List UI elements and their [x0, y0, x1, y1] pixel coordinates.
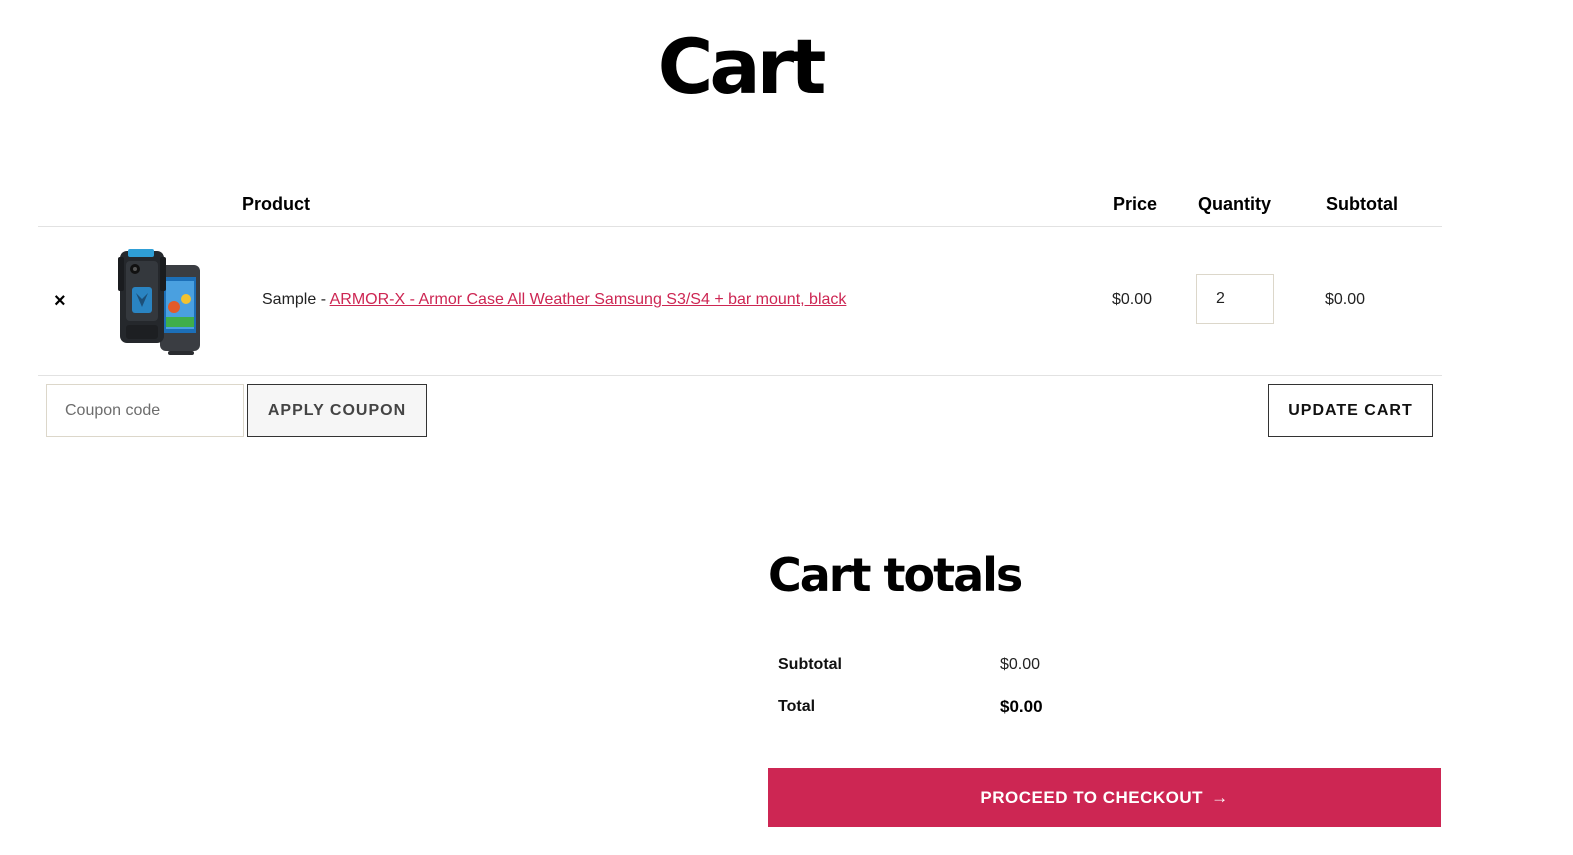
totals-subtotal-label: Subtotal: [778, 656, 842, 673]
cart-table-header: Product Price Quantity Subtotal: [38, 180, 1442, 227]
totals-total-value: $0.00: [1000, 697, 1043, 716]
product-name-prefix: Sample -: [262, 291, 330, 308]
header-price: Price: [1113, 194, 1158, 214]
product-link[interactable]: ARMOR-X - Armor Case All Weather Samsung…: [330, 291, 847, 308]
proceed-to-checkout-button[interactable]: PROCEED TO CHECKOUT →: [768, 768, 1441, 827]
product-name: Sample - ARMOR-X - Armor Case All Weathe…: [262, 291, 846, 309]
apply-coupon-button[interactable]: APPLY COUPON: [247, 384, 427, 437]
product-subtotal: $0.00: [1325, 291, 1366, 308]
product-price: $0.00: [1112, 291, 1153, 308]
cart-totals-title: Cart totals: [768, 548, 1023, 602]
cart-actions: APPLY COUPON UPDATE CART: [38, 383, 1442, 439]
header-subtotal: Subtotal: [1326, 194, 1398, 214]
arrow-right-icon: →: [1211, 787, 1229, 807]
header-product: Product: [242, 194, 311, 214]
quantity-input[interactable]: [1196, 274, 1274, 324]
page-title: Cart: [657, 22, 827, 111]
totals-subtotal-value: $0.00: [1000, 656, 1041, 673]
checkout-label: PROCEED TO CHECKOUT: [980, 787, 1204, 807]
update-cart-button[interactable]: UPDATE CART: [1268, 384, 1433, 437]
phone-case-product-icon: [118, 249, 200, 355]
totals-total-label: Total: [778, 698, 816, 715]
remove-item-icon[interactable]: ×: [54, 291, 66, 311]
coupon-code-input[interactable]: [46, 384, 244, 437]
product-thumbnail[interactable]: [116, 247, 206, 357]
cart-table: Product Price Quantity Subtotal × Sample…: [38, 180, 1442, 376]
table-row: × Sample - ARMOR-X - Armor Case All Weat…: [38, 227, 1442, 376]
header-quantity: Quantity: [1198, 194, 1272, 214]
